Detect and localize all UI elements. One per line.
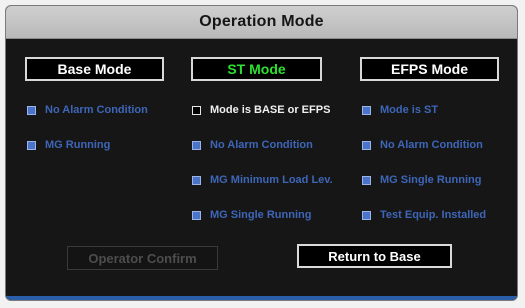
condition-label: Test Equip. Installed (380, 209, 487, 221)
base-mode-conditions: No Alarm Condition MG Running (27, 102, 148, 172)
efps-mode-conditions: Mode is ST No Alarm Condition MG Single … (362, 102, 486, 242)
condition-label: Mode is BASE or EFPS (210, 104, 331, 116)
indicator-on-icon (27, 140, 36, 150)
condition-label: MG Single Running (380, 174, 482, 186)
indicator-on-icon (362, 105, 371, 115)
efps-mode-button[interactable]: EFPS Mode (360, 57, 499, 81)
indicator-on-icon (362, 175, 371, 185)
condition-item: MG Running (27, 137, 148, 153)
return-to-base-button[interactable]: Return to Base (297, 244, 452, 268)
indicator-on-icon (27, 105, 36, 115)
condition-label: MG Minimum Load Lev. (210, 174, 333, 186)
bottom-edge-divider (6, 296, 517, 300)
condition-item: No Alarm Condition (27, 102, 148, 118)
condition-item: Mode is ST (362, 102, 486, 118)
st-mode-button[interactable]: ST Mode (191, 57, 322, 81)
indicator-on-icon (192, 140, 201, 150)
condition-label: No Alarm Condition (210, 139, 313, 151)
condition-label: Mode is ST (380, 104, 439, 116)
condition-item: MG Single Running (192, 207, 333, 223)
condition-label: MG Running (45, 139, 111, 151)
condition-item: Mode is BASE or EFPS (192, 102, 333, 118)
indicator-on-icon (362, 210, 371, 220)
condition-item: No Alarm Condition (192, 137, 333, 153)
condition-item: MG Minimum Load Lev. (192, 172, 333, 188)
operator-confirm-button[interactable]: Operator Confirm (67, 246, 218, 270)
indicator-off-icon (192, 105, 201, 115)
condition-item: No Alarm Condition (362, 137, 486, 153)
st-mode-conditions: Mode is BASE or EFPS No Alarm Condition … (192, 102, 333, 242)
indicator-on-icon (192, 175, 201, 185)
condition-item: MG Single Running (362, 172, 486, 188)
condition-label: MG Single Running (210, 209, 312, 221)
dialog-title: Operation Mode (199, 13, 324, 30)
condition-label: No Alarm Condition (380, 139, 483, 151)
condition-label: No Alarm Condition (45, 104, 148, 116)
indicator-on-icon (192, 210, 201, 220)
base-mode-button[interactable]: Base Mode (25, 57, 164, 81)
title-bar[interactable]: Operation Mode (6, 6, 517, 39)
operation-mode-dialog: Operation Mode Base Mode ST Mode EFPS Mo… (5, 5, 518, 301)
condition-item: Test Equip. Installed (362, 207, 486, 223)
indicator-on-icon (362, 140, 371, 150)
